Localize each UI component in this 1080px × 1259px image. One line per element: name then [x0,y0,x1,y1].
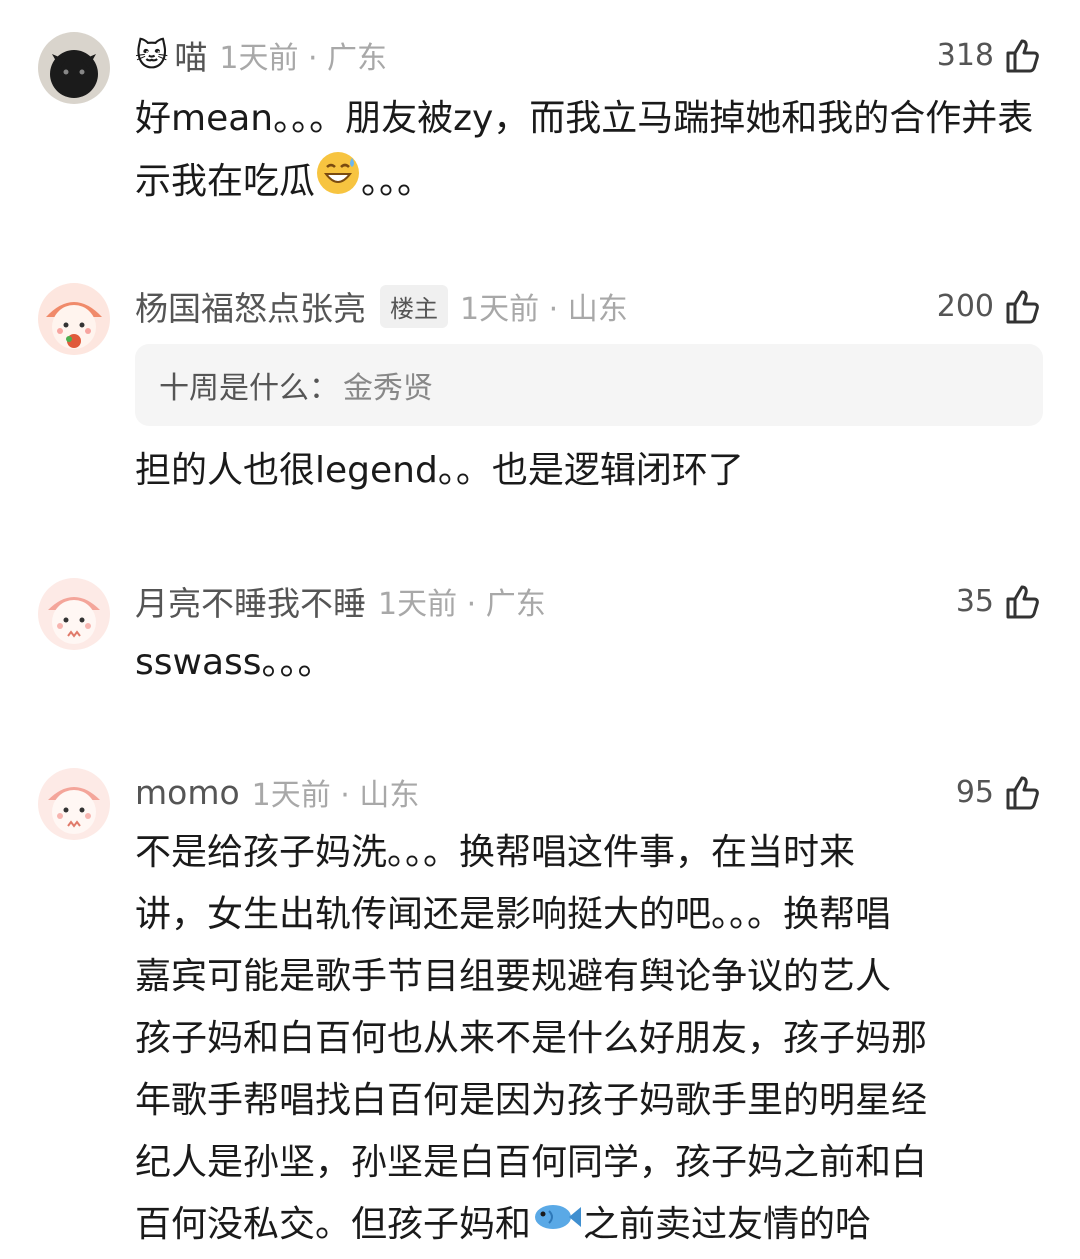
comment-header: 月亮不睡我不睡 1天前 · 广东 [135,576,546,626]
comment-header: 🐱 喵 1天前 · 广东 [135,30,387,80]
quoted-reply[interactable]: 十周是什么： 金秀贤 [135,344,1043,426]
comment-line: 孩子妈和白百何也从来不是什么好朋友，孩子妈那 [135,1018,928,1059]
comment-text: 不是给孩子妈洗。。。换帮唱这件事，在当时来 讲，女生出轨传闻还是影响挺大的吧。。… [135,822,1045,1257]
fish-emoji [531,1195,583,1257]
comment-meta: 1天前 · 广东 [378,587,546,622]
like-button[interactable]: 95 [956,767,1042,817]
comment-line: 年歌手帮唱找白百何是因为孩子妈歌手里的明星经 [135,1080,928,1121]
cat-face-emoji: 🐱 [135,36,169,74]
like-button[interactable]: 318 [937,30,1042,80]
avatar[interactable] [38,578,110,650]
quoted-reply-text: 金秀贤 [343,371,433,406]
comment-line: 不是给孩子妈洗。。。换帮唱这件事，在当时来 [135,832,856,873]
comment-meta: 1天前 · 山东 [460,292,628,327]
username[interactable]: momo [135,773,240,812]
comment-line: 嘉宾可能是歌手节目组要规避有舆论争议的艺人 [135,956,892,997]
username[interactable]: 月亮不睡我不睡 [135,577,366,625]
comment-header: 杨国福怒点张亮 楼主 1天前 · 山东 [135,281,628,331]
comment-text-part: 之前卖过友情的哈 [583,1204,872,1245]
comment-header: momo 1天前 · 山东 [135,767,419,817]
like-count: 35 [955,583,994,619]
comment-text: 好mean。。。朋友被zy，而我立马踹掉她和我的合作并表示我在吃瓜。。。 [135,88,1045,216]
avatar[interactable] [38,283,110,355]
like-count: 318 [936,37,994,73]
username[interactable]: 杨国福怒点张亮 [135,282,366,330]
thumbs-up-icon [1006,585,1039,619]
avatar[interactable] [38,768,110,840]
comment-line: 讲，女生出轨传闻还是影响挺大的吧。。。换帮唱 [135,894,892,935]
comment-line: 纪人是孙坚，孙坚是白百何同学，孩子妈之前和白 [135,1142,928,1183]
like-count: 95 [955,774,994,810]
thumbs-up-icon [1006,776,1039,810]
comment-meta: 1天前 · 山东 [251,778,420,813]
grinning-sweat-emoji [315,150,361,216]
comment-meta: 1天前 · 广东 [219,41,388,76]
thumbs-up-icon [1006,39,1039,73]
op-badge: 楼主 [380,284,448,328]
quoted-reply-label: 十周是什么： [159,371,339,406]
like-button[interactable]: 35 [956,576,1042,626]
comment-text: sswass。。。 [135,642,334,683]
avatar[interactable] [38,32,110,104]
like-button[interactable]: 200 [937,281,1042,331]
thumbs-up-icon [1006,290,1039,324]
like-count: 200 [936,288,994,324]
comment-text-part: 好mean。。。朋友被zy，而我立马踹掉她和我的合作并表示我在吃瓜 [135,98,1034,202]
username[interactable]: 喵 [174,31,207,79]
comment-line: 百何没私交。但孩子妈和 之前卖过友情的哈 [135,1194,1045,1257]
comment-text-part: 。。。 [361,161,434,202]
comment-text: 担的人也很legend。。也是逻辑闭环了 [135,450,744,491]
comment-text-part: 百何没私交。但孩子妈和 [135,1204,532,1245]
